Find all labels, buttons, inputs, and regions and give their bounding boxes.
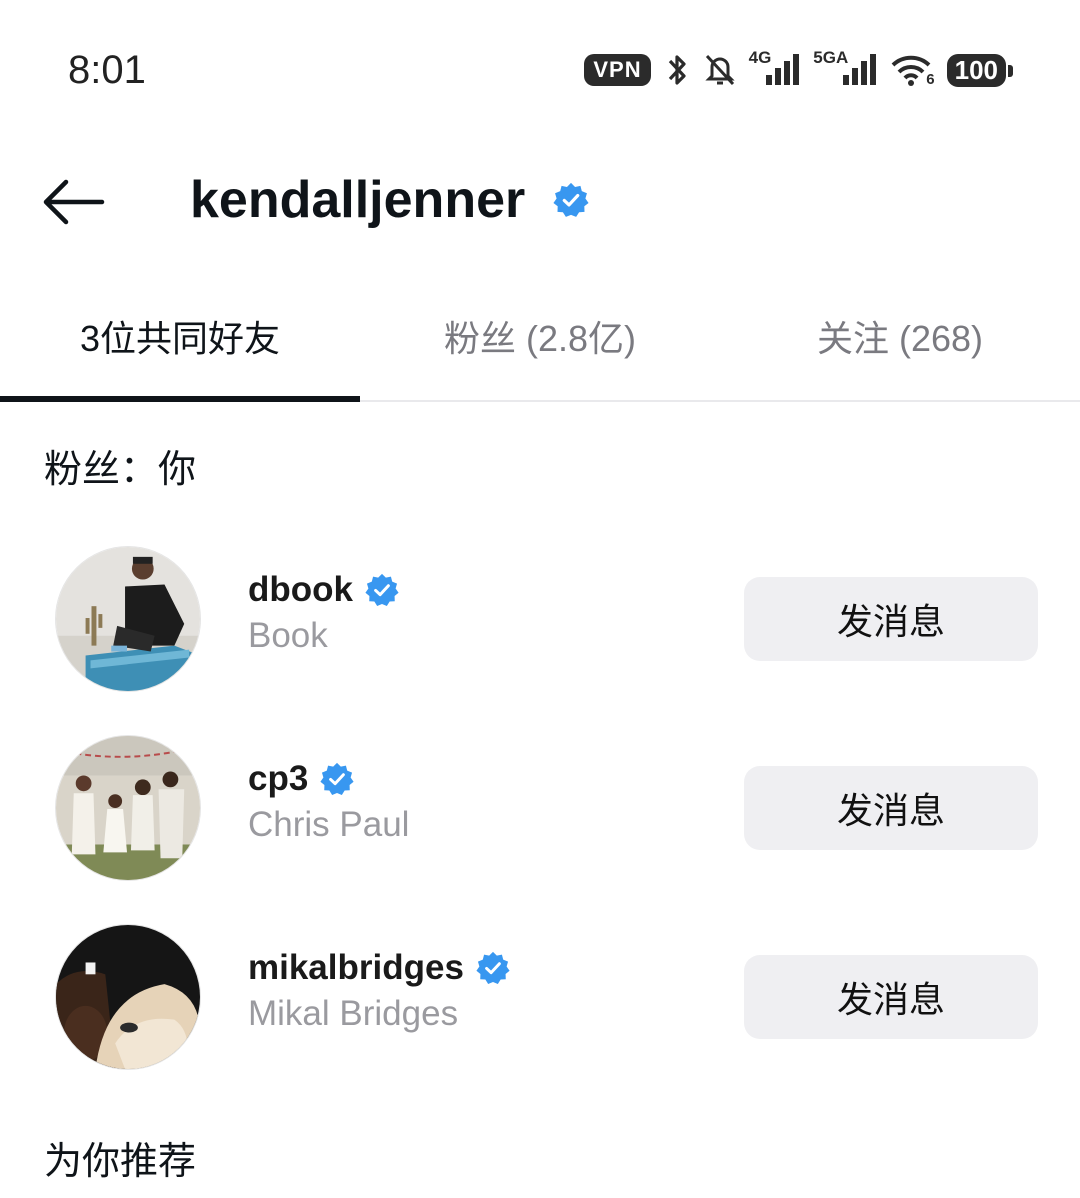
user-row[interactable]: dbook Book 发消息 — [0, 546, 1080, 696]
avatar[interactable] — [55, 924, 201, 1070]
display-name: Chris Paul — [248, 805, 410, 844]
recommend-section-title: 为你推荐 — [44, 1141, 197, 1183]
username[interactable]: dbook — [248, 570, 353, 610]
wifi-icon: 6 — [890, 53, 935, 88]
page-title: kendalljenner — [190, 171, 526, 229]
bluetooth-icon — [663, 52, 691, 88]
status-icons: VPN 4G 5GA 6 100 — [584, 46, 1014, 94]
user-row[interactable]: cp3 Chris Paul 发消息 — [0, 735, 1080, 885]
screen: 8:01 VPN 4G 5GA 6 100 kendalljenner 3位共同… — [0, 0, 1080, 1198]
signal-4g-icon: 4G — [749, 48, 802, 87]
bell-muted-icon — [703, 52, 737, 88]
wifi-tag: 6 — [926, 70, 935, 88]
profile-header: kendalljenner — [0, 150, 1080, 254]
battery-indicator: 100 — [946, 53, 1014, 87]
user-text: dbook Book — [248, 568, 399, 656]
avatar[interactable] — [55, 735, 201, 881]
user-text: cp3 Chris Paul — [248, 757, 409, 845]
display-name: Mikal Bridges — [248, 994, 459, 1033]
tab-followers[interactable]: 粉丝 (2.8亿) — [360, 290, 720, 400]
back-arrow-icon — [43, 179, 105, 225]
send-message-button[interactable]: 发消息 — [744, 955, 1038, 1039]
tab-indicator — [0, 396, 360, 402]
verified-badge-icon — [365, 573, 399, 606]
back-button[interactable] — [40, 176, 108, 228]
verified-badge-icon — [553, 182, 589, 217]
display-name: Book — [248, 616, 328, 655]
tab-bar: 3位共同好友 粉丝 (2.8亿) 关注 (268) — [0, 290, 1080, 402]
signal-5g-icon: 5GA — [813, 48, 878, 87]
net-4g-label: 4G — [748, 48, 772, 67]
username[interactable]: cp3 — [248, 759, 308, 799]
tab-following[interactable]: 关注 (268) — [720, 290, 1080, 400]
status-bar: 8:01 VPN 4G 5GA 6 100 — [0, 0, 1080, 130]
username[interactable]: mikalbridges — [248, 948, 464, 988]
net-5g-label: 5GA — [813, 48, 849, 67]
avatar[interactable] — [55, 546, 201, 692]
verified-badge-icon — [476, 951, 510, 984]
send-message-button[interactable]: 发消息 — [744, 577, 1038, 661]
verified-badge-icon — [320, 762, 354, 795]
send-message-button[interactable]: 发消息 — [744, 766, 1038, 850]
vpn-badge: VPN — [584, 54, 651, 86]
status-time: 8:01 — [68, 48, 146, 92]
user-text: mikalbridges Mikal Bridges — [248, 946, 510, 1034]
tab-mutual-friends[interactable]: 3位共同好友 — [0, 290, 360, 400]
user-row[interactable]: mikalbridges Mikal Bridges 发消息 — [0, 924, 1080, 1074]
mutual-section-title: 粉丝：你 — [44, 449, 197, 491]
